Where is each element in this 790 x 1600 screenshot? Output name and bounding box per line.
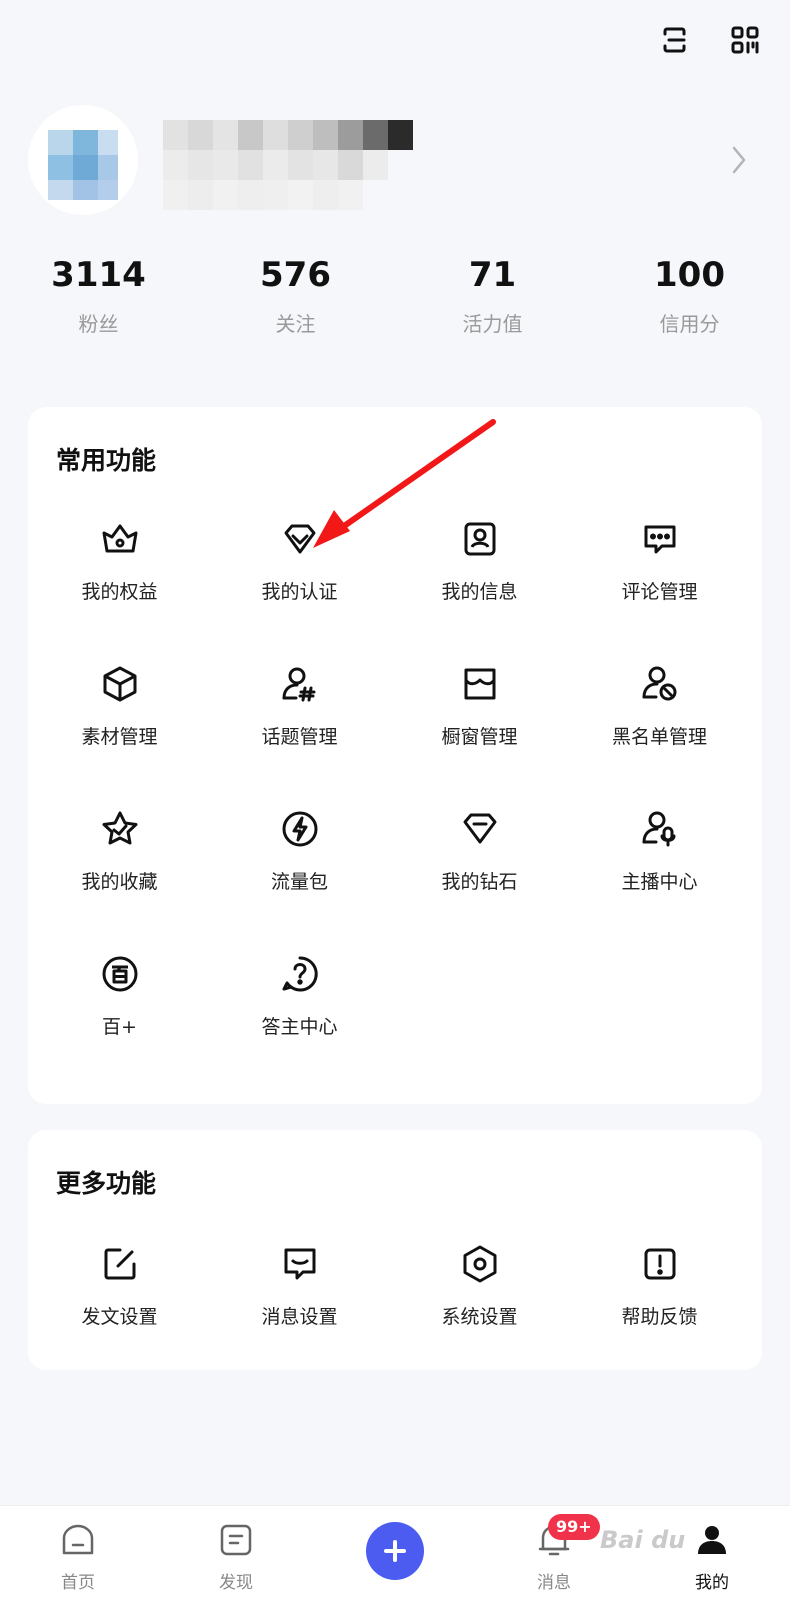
message-settings-icon (278, 1242, 322, 1286)
nav-discover[interactable]: 发现 (196, 1520, 276, 1593)
showcase-management-item[interactable]: 橱窗管理 (388, 662, 571, 772)
item-label: 消息设置 (261, 1306, 338, 1328)
exclamation-icon (638, 1242, 682, 1286)
answerer-center-item[interactable]: 答主中心 (208, 952, 391, 1062)
bottom-navigation: 首页 发现 消息 99+ Bai du 我的 (0, 1505, 790, 1600)
post-settings-item[interactable]: 发文设置 (28, 1242, 211, 1352)
item-label: 素材管理 (81, 726, 158, 748)
verify-badge-icon (278, 517, 322, 561)
item-label: 我的权益 (81, 581, 158, 603)
item-label: 我的认证 (261, 581, 338, 603)
bai-plus-item[interactable]: 百+ (28, 952, 211, 1062)
my-verification-item[interactable]: 我的认证 (208, 517, 391, 627)
nav-label: 消息 (537, 1573, 571, 1593)
edit-square-icon (98, 1242, 142, 1286)
nav-label: 首页 (61, 1573, 95, 1593)
nav-me[interactable]: 我的 (672, 1520, 752, 1593)
storefront-icon (458, 662, 502, 706)
my-diamonds-item[interactable]: 我的钻石 (388, 807, 571, 917)
stat-label: 关注 (275, 312, 316, 336)
cube-icon (98, 662, 142, 706)
common-functions-card: 常用功能 我的权益 我的认证 我的信息 评论管理 素材管理 话题管理 橱窗管理 … (28, 407, 762, 1104)
avatar[interactable] (28, 105, 138, 215)
stat-label: 粉丝 (78, 312, 119, 336)
hexagon-settings-icon (458, 1242, 502, 1286)
nav-label: 我的 (695, 1573, 729, 1593)
item-label: 橱窗管理 (441, 726, 518, 748)
item-label: 评论管理 (621, 581, 698, 603)
chevron-right-icon[interactable] (728, 140, 750, 180)
scan-icon[interactable] (655, 20, 695, 60)
item-label: 话题管理 (261, 726, 338, 748)
profile-card-icon (458, 517, 502, 561)
stat-credit[interactable]: 100 信用分 (591, 252, 788, 352)
item-label: 百+ (102, 1016, 137, 1038)
item-label: 帮助反馈 (621, 1306, 698, 1328)
plus-icon (382, 1538, 408, 1564)
stat-label: 活力值 (462, 312, 523, 336)
create-post-button[interactable] (366, 1522, 424, 1580)
nav-label: 发现 (219, 1573, 253, 1593)
topic-management-item[interactable]: 话题管理 (208, 662, 391, 772)
my-benefits-item[interactable]: 我的权益 (28, 517, 211, 627)
blacklist-management-item[interactable]: 黑名单管理 (568, 662, 751, 772)
nav-home[interactable]: 首页 (38, 1520, 118, 1593)
system-settings-item[interactable]: 系统设置 (388, 1242, 571, 1352)
streamer-center-item[interactable]: 主播中心 (568, 807, 751, 917)
stat-value: 576 (260, 255, 331, 295)
block-user-icon (638, 662, 682, 706)
discover-icon (216, 1520, 256, 1560)
stat-value: 3114 (51, 255, 146, 295)
crown-icon (98, 517, 142, 561)
message-settings-item[interactable]: 消息设置 (208, 1242, 391, 1352)
comment-icon (638, 517, 682, 561)
user-icon (692, 1520, 732, 1560)
item-label: 我的信息 (441, 581, 518, 603)
streamer-icon (638, 807, 682, 851)
stat-following[interactable]: 576 关注 (197, 252, 394, 352)
star-icon (98, 807, 142, 851)
item-label: 主播中心 (621, 871, 698, 893)
stat-value: 100 (654, 255, 725, 295)
more-functions-card: 更多功能 发文设置 消息设置 系统设置 帮助反馈 (28, 1130, 762, 1370)
qr-code-icon[interactable] (725, 20, 765, 60)
profile-header[interactable] (28, 105, 768, 225)
item-label: 流量包 (270, 871, 328, 893)
item-label: 我的钻石 (441, 871, 518, 893)
home-icon (58, 1520, 98, 1560)
notification-badge: 99+ (548, 1514, 600, 1540)
traffic-pack-item[interactable]: 流量包 (208, 807, 391, 917)
item-label: 答主中心 (261, 1016, 338, 1038)
material-management-item[interactable]: 素材管理 (28, 662, 211, 772)
stat-value: 71 (468, 255, 517, 295)
diamond-icon (458, 807, 502, 851)
stat-label: 信用分 (659, 312, 720, 336)
stat-followers[interactable]: 3114 粉丝 (0, 252, 197, 352)
comment-management-item[interactable]: 评论管理 (568, 517, 751, 627)
username-blurred (163, 120, 413, 210)
stat-vitality[interactable]: 71 活力值 (394, 252, 591, 352)
section-title: 更多功能 (56, 1169, 157, 1198)
section-title: 常用功能 (56, 446, 157, 475)
item-label: 我的收藏 (81, 871, 158, 893)
bai-plus-icon (98, 952, 142, 996)
lightning-icon (278, 807, 322, 851)
item-label: 系统设置 (441, 1306, 518, 1328)
my-favorites-item[interactable]: 我的收藏 (28, 807, 211, 917)
item-label: 黑名单管理 (611, 726, 707, 748)
stats-row: 3114 粉丝 576 关注 71 活力值 100 信用分 (0, 252, 790, 352)
my-info-item[interactable]: 我的信息 (388, 517, 571, 627)
help-feedback-item[interactable]: 帮助反馈 (568, 1242, 751, 1352)
item-label: 发文设置 (81, 1306, 158, 1328)
question-bubble-icon (278, 952, 322, 996)
topic-user-icon (278, 662, 322, 706)
